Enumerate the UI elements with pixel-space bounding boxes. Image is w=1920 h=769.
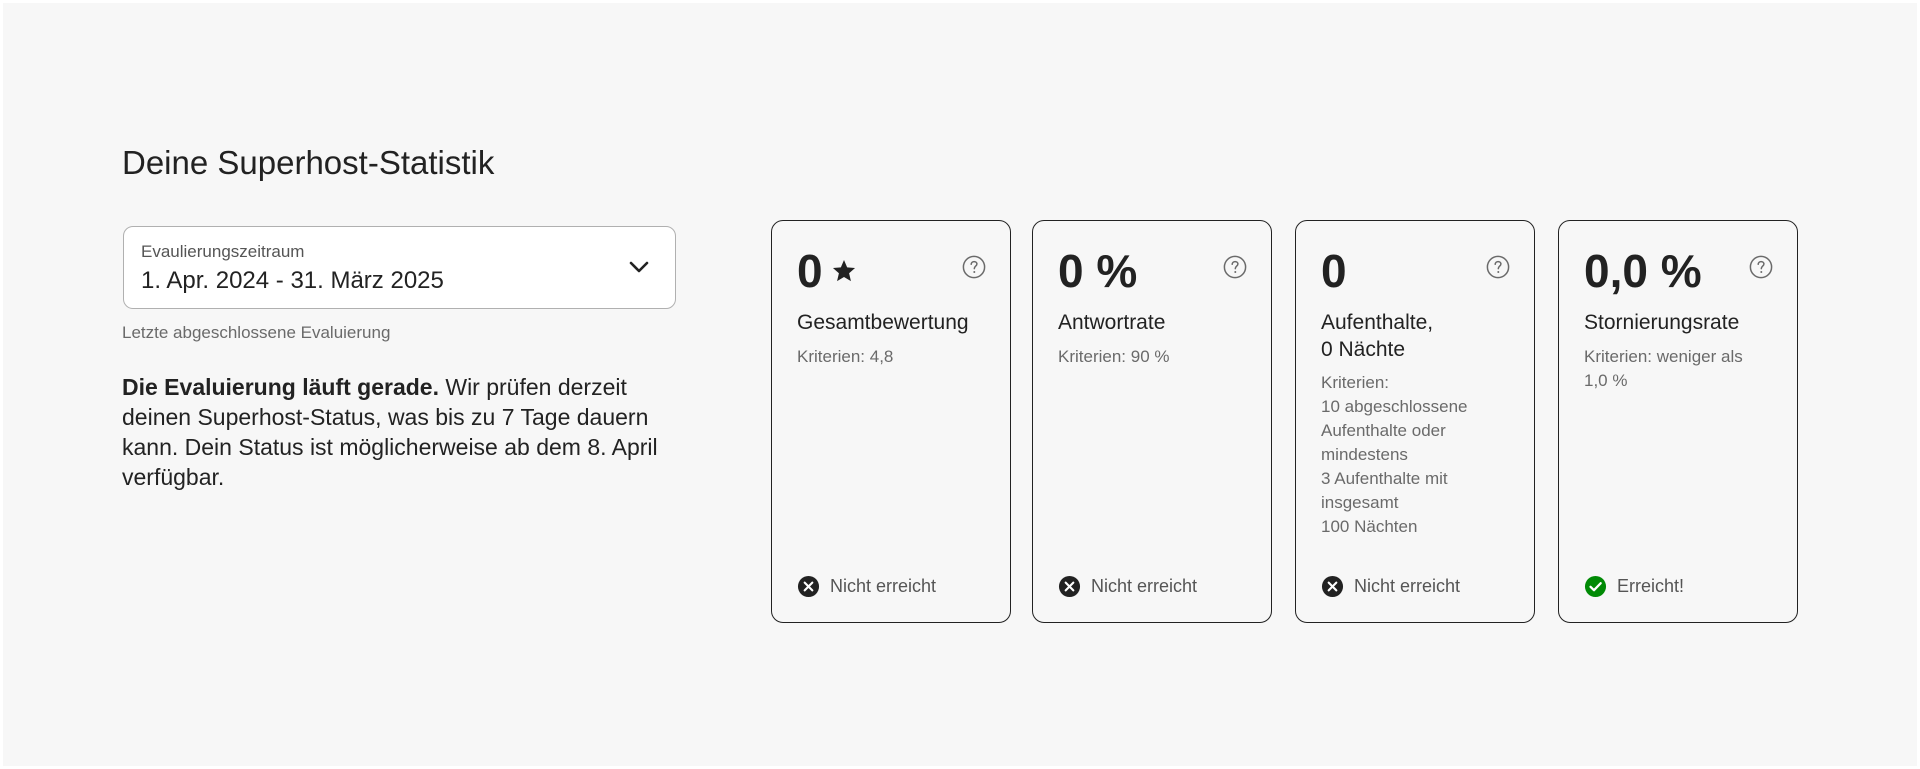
evaluation-period-value: 1. Apr. 2024 - 31. März 2025	[141, 267, 444, 294]
criteria-line: 100 Nächten	[1321, 517, 1418, 536]
evaluation-period-note: Letzte abgeschlossene Evaluierung	[122, 323, 391, 342]
card-title-line: 0 Nächte	[1321, 338, 1406, 361]
evaluation-message-bold: Die Evaluierung läuft gerade.	[122, 374, 439, 400]
card-title-line: Stornierungsrate	[1584, 311, 1740, 334]
card-metric: 0 %	[1058, 241, 1137, 301]
card-title-line: Aufenthalte,	[1321, 311, 1434, 334]
card-criteria: Kriterien: 90 %	[1058, 345, 1258, 369]
status-not-achieved: Nicht erreicht	[1058, 574, 1197, 598]
card-title-line: Gesamtbewertung	[797, 311, 969, 334]
card-criteria: Kriterien: 10 abgeschlossene Aufenthalte…	[1321, 371, 1521, 539]
criteria-line: Kriterien: weniger als	[1584, 347, 1743, 366]
status-label: Nicht erreicht	[1091, 576, 1198, 596]
card-title: Aufenthalte, 0 Nächte	[1321, 309, 1521, 363]
help-icon[interactable]	[1486, 255, 1510, 279]
metric-card-cancellation-rate: 0,0 % Stornierungsrate Kriterien: wenige…	[1558, 220, 1798, 623]
criteria-line: Kriterien:	[1321, 373, 1390, 392]
status-not-achieved: Nicht erreicht	[1321, 574, 1460, 598]
card-criteria: Kriterien: 4,8	[797, 345, 997, 369]
status-not-achieved: Nicht erreicht	[797, 574, 936, 598]
card-metric: 0,0 %	[1584, 241, 1702, 301]
criteria-line: Kriterien: 90 %	[1058, 347, 1170, 366]
card-title: Stornierungsrate	[1584, 309, 1784, 336]
help-icon[interactable]	[1223, 255, 1247, 279]
criteria-line: insgesamt	[1321, 493, 1399, 512]
x-circle-icon	[1321, 575, 1344, 597]
card-metric-value: 0	[1321, 245, 1347, 297]
card-criteria: Kriterien: weniger als 1,0 %	[1584, 345, 1784, 393]
criteria-line: 3 Aufenthalte mit	[1321, 469, 1448, 488]
check-circle-icon	[1584, 575, 1607, 597]
evaluation-period-select[interactable]: Evaulierungszeitraum 1. Apr. 2024 - 31. …	[123, 226, 676, 309]
criteria-line: 10 abgeschlossene	[1321, 397, 1468, 416]
chevron-down-icon	[629, 261, 649, 273]
status-label: Nicht erreicht	[1354, 576, 1461, 596]
card-title: Antwortrate	[1058, 309, 1258, 336]
card-metric-value: 0,0 %	[1584, 245, 1702, 297]
card-metric: 0	[797, 241, 857, 301]
page-title: Deine Superhost-Statistik	[122, 144, 495, 181]
help-icon[interactable]	[962, 255, 986, 279]
x-circle-icon	[1058, 575, 1081, 597]
metric-card-overall-rating: 0 Gesamtbewertung Kriterien: 4,8 Nicht e…	[771, 220, 1011, 623]
criteria-line: mindestens	[1321, 445, 1408, 464]
status-label: Erreicht!	[1617, 576, 1685, 596]
criteria-line: 1,0 %	[1584, 371, 1628, 390]
status-achieved: Erreicht!	[1584, 574, 1684, 598]
status-label: Nicht erreicht	[830, 576, 937, 596]
criteria-line: Kriterien: 4,8	[797, 347, 894, 366]
card-metric-value: 0	[797, 245, 823, 297]
criteria-line: Aufenthalte oder	[1321, 421, 1446, 440]
evaluation-message: Die Evaluierung läuft gerade. Wir prüfen…	[122, 372, 682, 492]
metric-card-response-rate: 0 % Antwortrate Kriterien: 90 % Nicht er…	[1032, 220, 1272, 623]
card-title-line: Antwortrate	[1058, 311, 1166, 334]
metric-card-stays: 0 Aufenthalte, 0 Nächte Kriterien: 10 ab…	[1295, 220, 1535, 623]
card-metric-value: 0 %	[1058, 245, 1138, 297]
card-metric: 0	[1321, 241, 1347, 301]
card-title: Gesamtbewertung	[797, 309, 997, 336]
star-icon	[832, 259, 855, 282]
evaluation-period-label: Evaulierungszeitraum	[141, 242, 305, 261]
x-circle-icon	[797, 575, 820, 597]
help-icon[interactable]	[1749, 255, 1773, 279]
